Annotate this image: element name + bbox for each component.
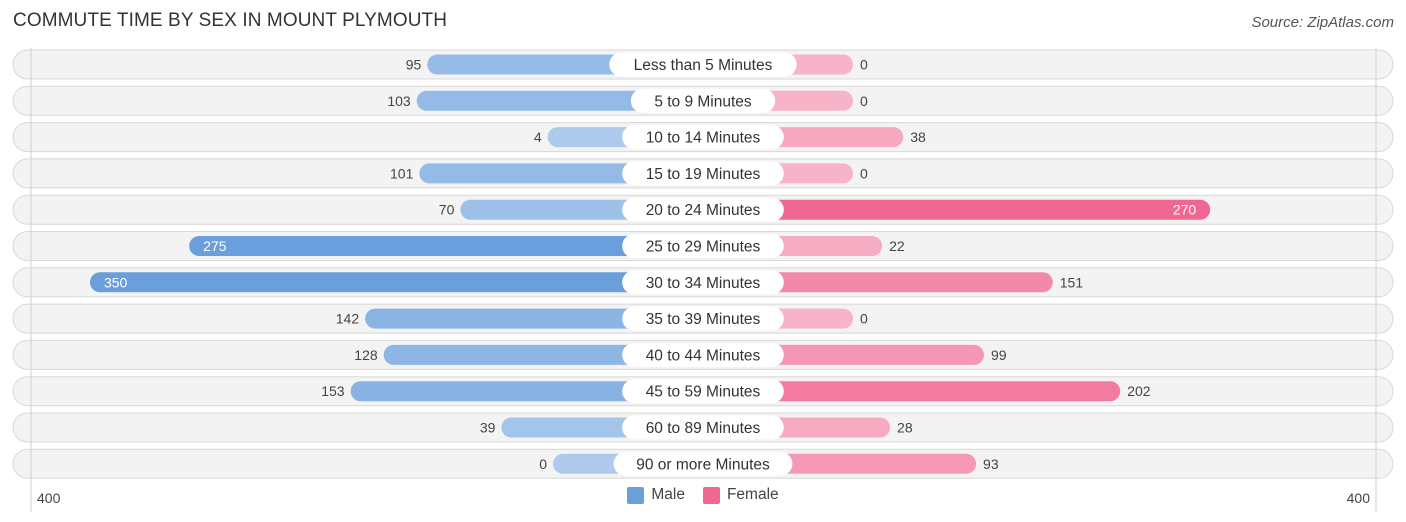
- value-label-male: 95: [406, 57, 422, 73]
- chart-plot-area: 95 0 Less than 5 Minutes 103 0 5 to 9 Minutes…: [12, 48, 1394, 512]
- value-label-female: 151: [1060, 274, 1084, 290]
- category-label: 5 to 9 Minutes: [654, 93, 752, 110]
- chart-row: 142 0 35 to 39 Minutes: [12, 303, 1394, 334]
- value-label-male: 4: [534, 129, 542, 145]
- chart-row: 39 28 60 to 89 Minutes: [12, 412, 1394, 443]
- category-label: 10 to 14 Minutes: [646, 130, 761, 147]
- chart-row: 128 99 40 to 44 Minutes: [12, 339, 1394, 370]
- legend-item-male[interactable]: Male: [627, 486, 685, 504]
- chart-row: 101 0 15 to 19 Minutes: [12, 158, 1394, 189]
- value-label-female: 99: [991, 347, 1007, 363]
- value-label-female: 0: [860, 93, 868, 109]
- chart-row: 103 0 5 to 9 Minutes: [12, 85, 1394, 116]
- legend-swatch-male: [627, 486, 645, 504]
- value-label-female: 0: [860, 311, 868, 327]
- legend-label-female: Female: [726, 486, 779, 503]
- category-label: 15 to 19 Minutes: [646, 166, 761, 183]
- value-label-female: 270: [1173, 202, 1197, 218]
- category-label: 30 to 34 Minutes: [646, 275, 761, 292]
- value-label-male: 0: [539, 456, 547, 472]
- value-label-male: 153: [321, 383, 345, 399]
- value-label-male: 101: [390, 165, 414, 181]
- value-label-female: 28: [897, 420, 913, 436]
- value-label-female: 38: [910, 129, 926, 145]
- category-label: Less than 5 Minutes: [634, 57, 773, 74]
- legend-label-male: Male: [651, 486, 685, 503]
- value-label-male: 350: [104, 274, 128, 290]
- chart-row: 350 151 30 to 34 Minutes: [12, 267, 1394, 298]
- chart-row: 153 202 45 to 59 Minutes: [12, 376, 1394, 407]
- category-label: 25 to 29 Minutes: [646, 239, 761, 256]
- value-label-male: 39: [480, 420, 496, 436]
- category-label: 20 to 24 Minutes: [646, 202, 761, 219]
- category-label: 45 to 59 Minutes: [646, 384, 761, 401]
- category-label: 60 to 89 Minutes: [646, 420, 761, 437]
- category-label: 35 to 39 Minutes: [646, 311, 761, 328]
- chart-row: 0 93 90 or more Minutes: [12, 448, 1394, 479]
- chart-row: 4 38 10 to 14 Minutes: [12, 122, 1394, 153]
- legend: Male Female: [0, 486, 1406, 504]
- value-label-female: 22: [889, 238, 905, 254]
- chart-row: 70 270 20 to 24 Minutes: [12, 194, 1394, 225]
- value-label-male: 103: [387, 93, 411, 109]
- legend-item-female[interactable]: Female: [702, 486, 779, 504]
- value-label-female: 0: [860, 57, 868, 73]
- value-label-male: 142: [336, 311, 360, 327]
- value-label-male: 128: [354, 347, 378, 363]
- chart-row: 275 22 25 to 29 Minutes: [12, 231, 1394, 261]
- value-label-female: 93: [983, 456, 999, 472]
- legend-swatch-female: [702, 486, 720, 504]
- category-label: 90 or more Minutes: [636, 456, 770, 473]
- bar-male: [89, 272, 703, 293]
- value-label-female: 202: [1127, 383, 1151, 399]
- value-label-female: 0: [860, 165, 868, 181]
- value-label-male: 70: [439, 202, 455, 218]
- chart-row: 95 0 Less than 5 Minutes: [12, 49, 1394, 80]
- category-label: 40 to 44 Minutes: [646, 347, 761, 364]
- value-label-male: 275: [203, 238, 227, 254]
